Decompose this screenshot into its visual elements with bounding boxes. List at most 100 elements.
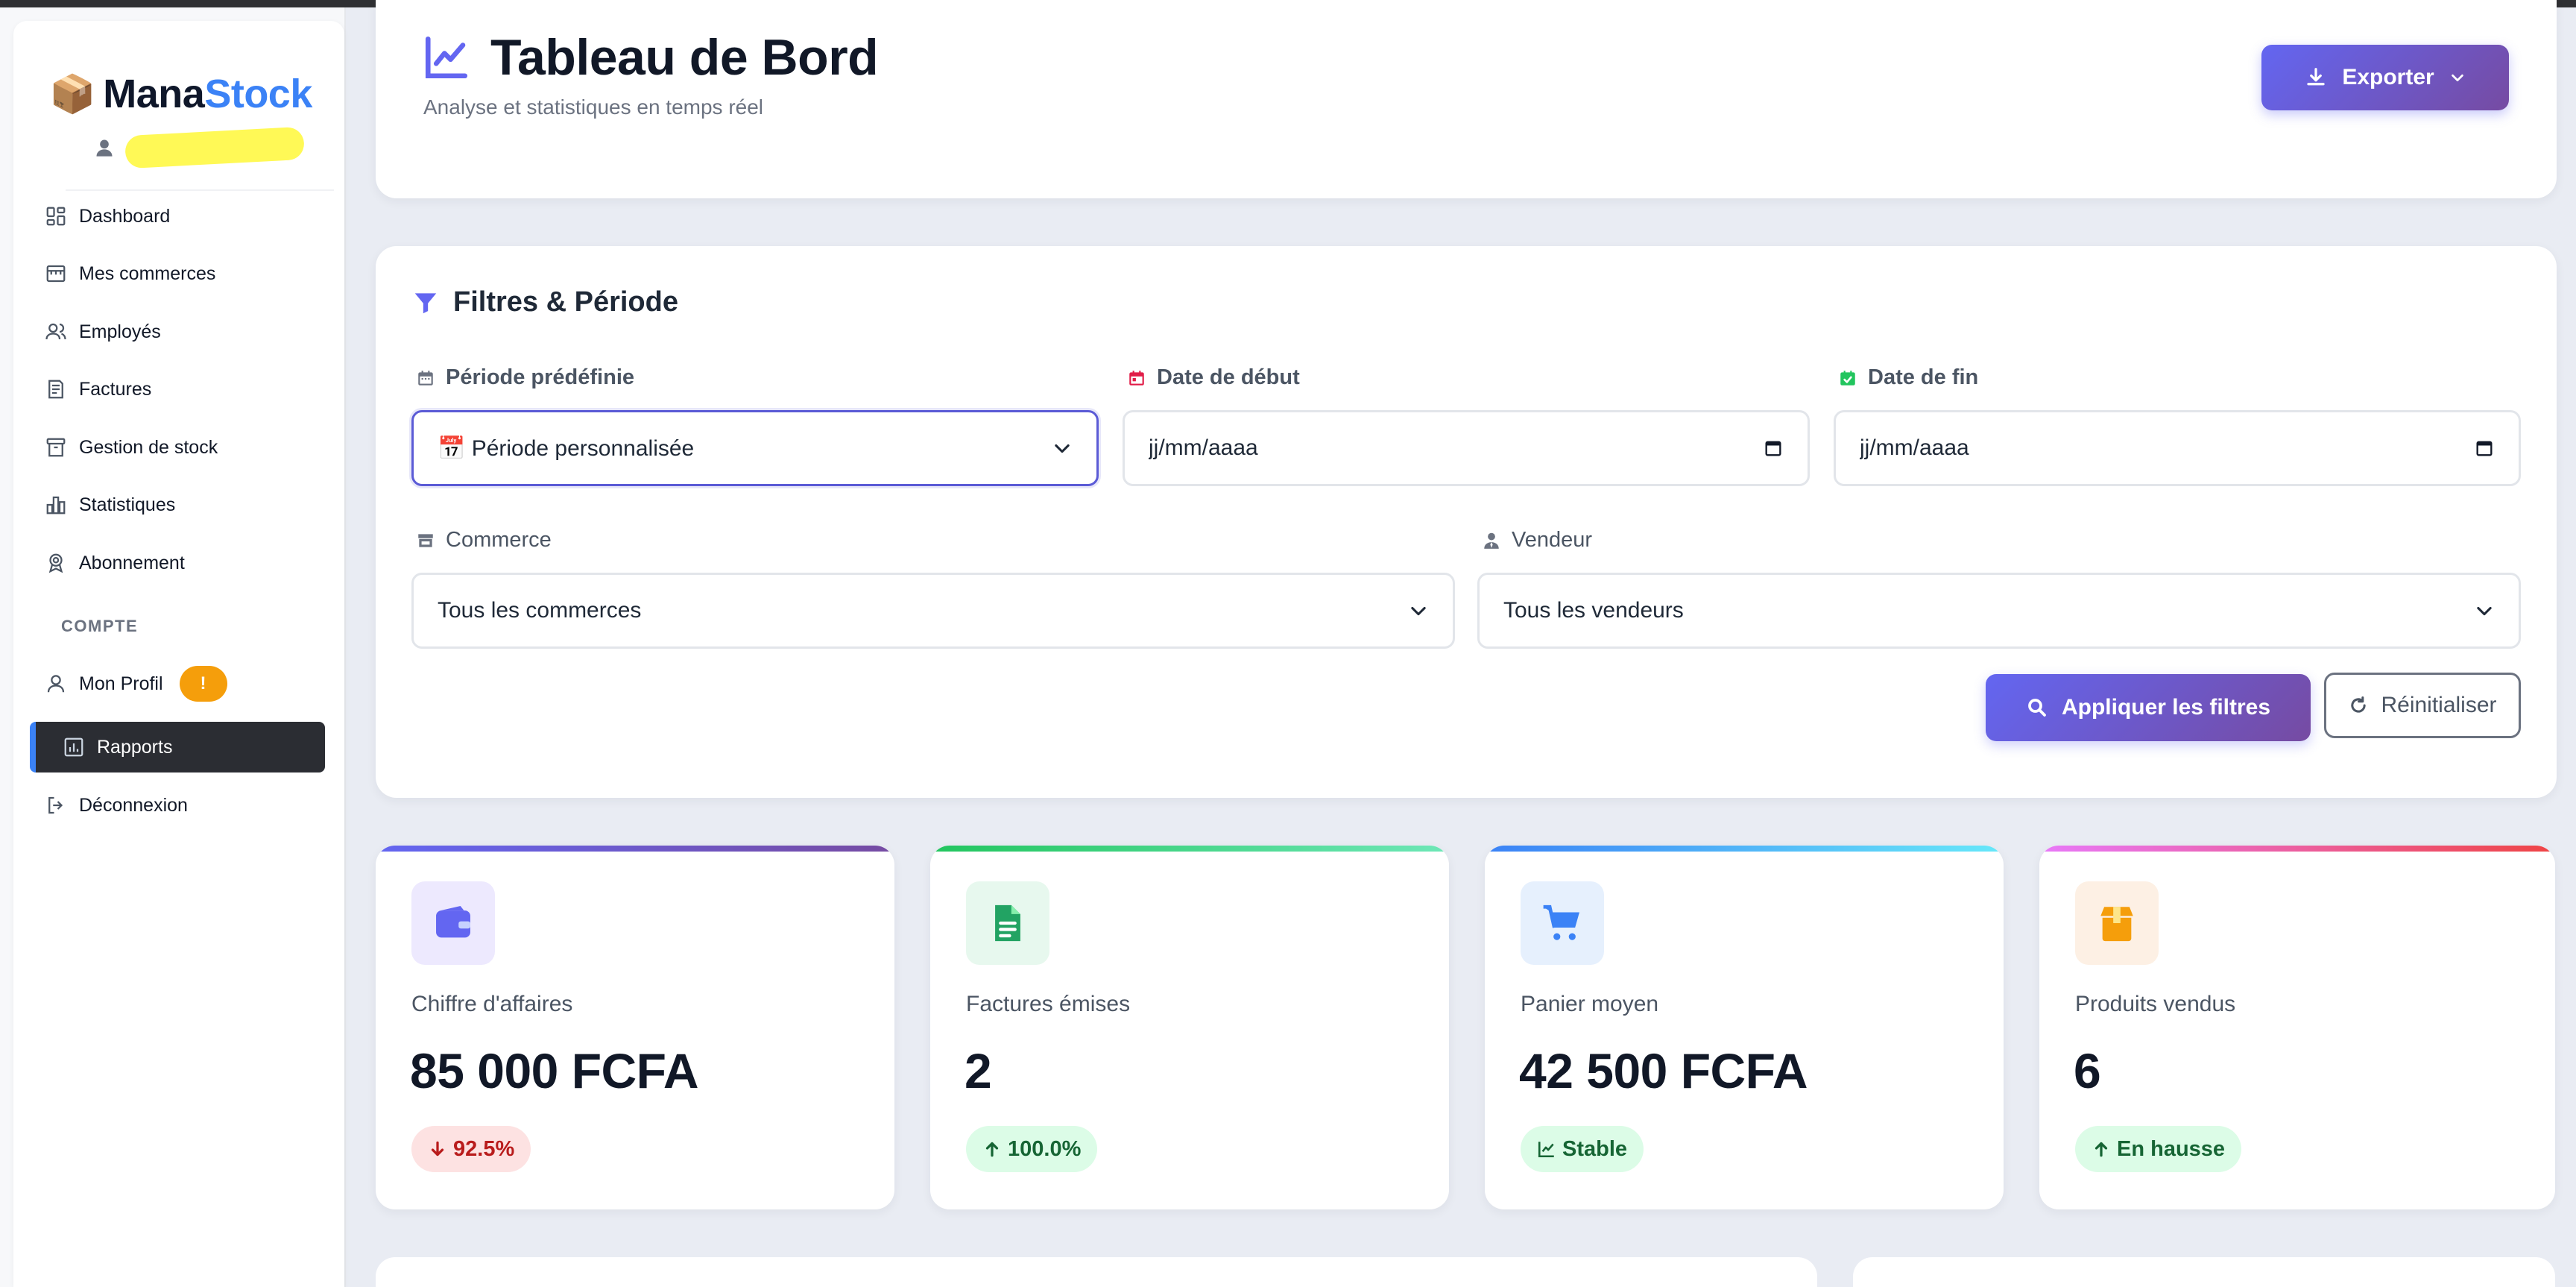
seller-select[interactable]: Tous les vendeurs <box>1477 573 2521 649</box>
logout-icon <box>48 796 63 814</box>
calendar-picker-icon[interactable] <box>1763 438 1784 459</box>
start-date-label-text: Date de début <box>1157 365 1300 389</box>
filters-title: Filtres & Période <box>411 286 678 318</box>
stat-card-revenue: Chiffre d'affaires 85 000 FCFA 92.5% <box>376 846 894 1209</box>
stat-value: 6 <box>2074 1043 2101 1098</box>
commerce-label-text: Commerce <box>446 528 552 552</box>
sidebar-item-statistiques[interactable]: Statistiques <box>45 482 328 527</box>
seller-label-text: Vendeur <box>1512 528 1593 552</box>
sidebar-item-abonnement[interactable]: Abonnement <box>45 541 328 585</box>
start-date-label: Date de début <box>1127 365 1300 390</box>
download-icon <box>2307 68 2325 86</box>
end-date-input[interactable]: jj/mm/aaaa <box>1834 410 2521 486</box>
end-date-value: jj/mm/aaaa <box>1860 435 1969 460</box>
line-chart-icon <box>1538 1142 1554 1158</box>
user-icon <box>96 139 113 157</box>
sidebar: 📦 ManaStock Dashboard Mes commerces Empl… <box>0 7 346 1287</box>
page-title: Tableau de Bord <box>422 28 879 86</box>
filters-panel: Filtres & Période Période prédéfinie 📅 P… <box>376 246 2557 798</box>
line-chart-icon <box>425 36 468 79</box>
commerce-select[interactable]: Tous les commerces <box>411 573 1455 649</box>
sidebar-item-factures[interactable]: Factures <box>45 367 328 412</box>
stat-label: Factures émises <box>966 992 1131 1016</box>
reset-filters-label: Réinitialiser <box>2381 693 2497 717</box>
trend-badge: Stable <box>1521 1126 1644 1172</box>
brand-name-part1: Mana <box>103 72 205 116</box>
chart-card-partial <box>376 1257 1817 1287</box>
box-icon <box>2075 881 2159 965</box>
chart-card-partial <box>1853 1257 2555 1287</box>
period-select[interactable]: 📅 Période personnalisée <box>411 410 1099 486</box>
stat-card-accent <box>930 846 1449 852</box>
sidebar-item-commerces[interactable]: Mes commerces <box>45 251 328 296</box>
sidebar-item-rapports[interactable]: Rapports <box>30 722 325 772</box>
apply-filters-label: Appliquer les filtres <box>2061 695 2271 720</box>
store-icon <box>418 533 433 547</box>
trend-value: 100.0% <box>1008 1136 1082 1161</box>
stat-card-invoices: Factures émises 2 100.0% <box>930 846 1449 1209</box>
reset-filters-button[interactable]: Réinitialiser <box>2324 673 2521 738</box>
sidebar-item-label: Dashboard <box>79 205 171 227</box>
period-label-text: Période prédéfinie <box>446 365 635 389</box>
brand-name: ManaStock <box>103 71 312 117</box>
box-icon: 📦 <box>49 73 96 115</box>
award-icon <box>48 553 63 573</box>
trend-badge: 92.5% <box>411 1126 531 1172</box>
chevron-down-icon <box>1055 444 1070 453</box>
sidebar-item-label: Mes commerces <box>79 262 216 284</box>
sidebar-item-label: Rapports <box>97 736 173 758</box>
sidebar-item-label: Abonnement <box>79 552 185 573</box>
end-date-label: Date de fin <box>1838 365 1978 390</box>
stat-value: 42 500 FCFA <box>1519 1043 1808 1098</box>
sidebar-item-employes[interactable]: Employés <box>45 309 328 354</box>
seller-label: Vendeur <box>1482 528 1592 553</box>
start-date-input[interactable]: jj/mm/aaaa <box>1123 410 1810 486</box>
arrow-up-icon <box>985 1142 999 1157</box>
filter-icon <box>414 292 437 313</box>
store-icon <box>46 265 66 283</box>
archive-icon <box>46 438 66 457</box>
current-user <box>94 126 305 169</box>
calendar-picker-icon[interactable] <box>2474 438 2495 459</box>
wallet-icon <box>411 881 495 965</box>
trend-value: Stable <box>1562 1136 1628 1161</box>
brand-logo[interactable]: 📦 ManaStock <box>49 66 312 122</box>
sidebar-section-compte: COMPTE <box>61 617 139 635</box>
trend-badge: 100.0% <box>966 1126 1098 1172</box>
chevron-down-icon <box>1411 606 1426 616</box>
commerce-label: Commerce <box>416 528 552 553</box>
start-date-value: jj/mm/aaaa <box>1149 435 1258 460</box>
seller-select-value: Tous les vendeurs <box>1503 598 1684 623</box>
sidebar-item-label: Employés <box>79 321 161 342</box>
apply-filters-button[interactable]: Appliquer les filtres <box>1986 674 2311 741</box>
stat-label: Panier moyen <box>1521 992 1659 1016</box>
sidebar-item-stock[interactable]: Gestion de stock <box>45 425 328 470</box>
sidebar-item-label: Factures <box>79 378 152 400</box>
stat-card-accent <box>376 846 894 852</box>
sidebar-item-label: Mon Profil <box>79 673 163 694</box>
calendar-icon <box>418 370 433 386</box>
sidebar-item-dashboard[interactable]: Dashboard <box>45 194 328 239</box>
user-icon <box>47 675 65 693</box>
sidebar-item-label: Statistiques <box>79 494 176 515</box>
period-label: Période prédéfinie <box>416 365 634 390</box>
filters-title-text: Filtres & Période <box>453 286 678 318</box>
invoice-icon <box>48 380 63 399</box>
redacted-username <box>124 126 305 169</box>
page-subtitle: Analyse et statistiques en temps réel <box>423 95 764 119</box>
stat-label: Produits vendus <box>2075 992 2236 1016</box>
report-icon <box>64 737 83 757</box>
stat-card-basket: Panier moyen 42 500 FCFA Stable <box>1485 846 2004 1209</box>
export-label: Exporter <box>2342 65 2434 89</box>
sidebar-item-deconnexion[interactable]: Déconnexion <box>45 783 328 828</box>
page-header: Tableau de Bord Analyse et statistiques … <box>376 0 2557 198</box>
sidebar-item-profil[interactable]: Mon Profil ! <box>45 661 328 706</box>
chevron-down-icon <box>2477 606 2492 616</box>
export-button[interactable]: Exporter <box>2261 45 2509 110</box>
stat-card-products: Produits vendus 6 En hausse <box>2039 846 2555 1209</box>
search-icon <box>2028 699 2046 717</box>
arrow-down-icon <box>431 1141 444 1157</box>
page-title-text: Tableau de Bord <box>490 29 879 86</box>
end-date-label-text: Date de fin <box>1868 365 1979 389</box>
stat-value: 85 000 FCFA <box>410 1043 699 1098</box>
